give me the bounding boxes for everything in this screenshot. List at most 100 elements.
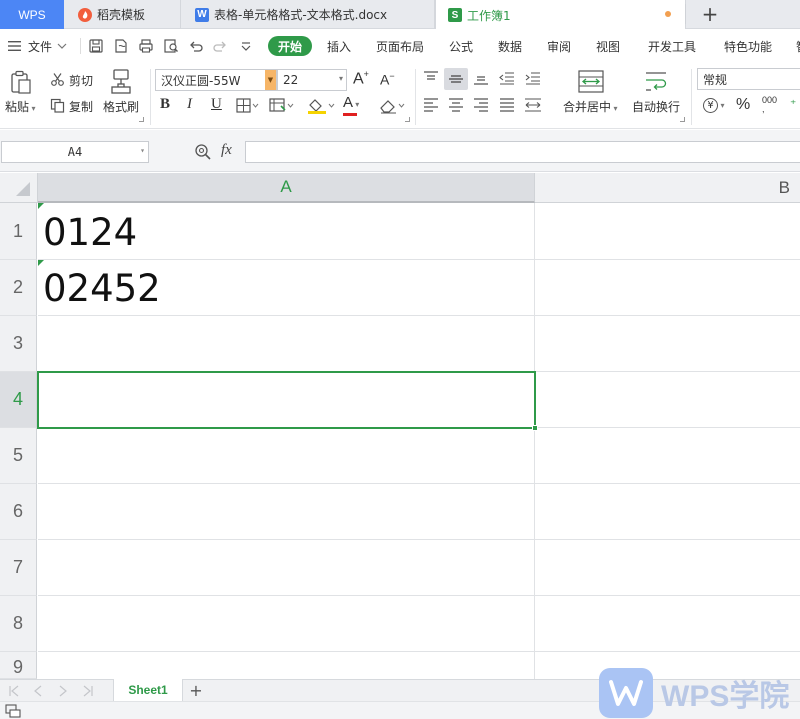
save-icon[interactable] [88,38,104,54]
cell-b2[interactable] [535,260,800,316]
tab-review[interactable]: 审阅 [547,29,571,63]
paste-icon[interactable] [8,69,34,95]
row-header-8[interactable]: 8 [0,596,37,652]
export-pdf-icon[interactable] [113,38,129,54]
align-right-icon[interactable] [473,98,489,112]
cut-button[interactable]: 剪切 [69,72,93,89]
merge-center-button[interactable]: 合并居中 ▾ [563,98,618,115]
print-preview-icon[interactable] [163,38,179,54]
tab-data[interactable]: 数据 [498,29,522,63]
cell-b1[interactable] [535,203,800,260]
fill-color-icon[interactable] [306,97,336,115]
percent-button[interactable]: % [736,96,750,114]
sheet-tab-sheet1[interactable]: Sheet1 [113,679,183,701]
currency-button[interactable]: ¥ ▾ [703,97,725,113]
name-box[interactable]: A4 ▾ [1,141,149,163]
align-middle-button[interactable] [444,68,468,90]
macro-record-icon[interactable] [5,704,21,718]
tab-view[interactable]: 视图 [596,29,620,63]
row-header-1[interactable]: 1 [0,203,37,260]
row-header-3[interactable]: 3 [0,316,37,372]
tab-special-features[interactable]: 特色功能 [724,29,772,63]
font-size-select[interactable]: 22 ▾ [277,69,347,91]
cell-b6[interactable] [535,484,800,540]
row-header-2[interactable]: 2 [0,260,37,316]
wps-home-tab[interactable]: WPS [0,0,64,29]
row-header-6[interactable]: 6 [0,484,37,540]
underline-button[interactable]: U [211,96,222,113]
print-icon[interactable] [138,38,154,54]
cell-a5[interactable] [38,428,535,484]
copy-button[interactable]: 复制 [69,98,93,115]
align-bottom-icon[interactable] [473,71,489,85]
cell-b5[interactable] [535,428,800,484]
align-center-icon[interactable] [448,98,464,112]
new-tab-button[interactable]: + [696,2,724,26]
dialog-launcher-icon[interactable] [139,117,144,122]
quick-access-dropdown-icon[interactable] [238,38,254,54]
column-header-b[interactable]: B [535,173,800,203]
add-sheet-button[interactable]: + [187,680,205,700]
cell-a3[interactable] [38,316,535,372]
tab-formulas[interactable]: 公式 [449,29,473,63]
previous-sheet-icon[interactable] [32,685,44,697]
font-color-button[interactable]: A ▾ [343,94,359,116]
decrease-font-button[interactable]: A− [380,71,395,88]
align-left-icon[interactable] [423,98,439,112]
font-name-select[interactable]: 汉仪正圆-55W ▼ [155,69,277,91]
active-cell-selection[interactable] [37,371,536,429]
bold-button[interactable]: B [160,96,170,113]
tab-docx[interactable]: W 表格-单元格格式-文本格式.docx [181,0,435,29]
borders-icon[interactable] [236,98,260,114]
fill-handle[interactable] [532,425,538,431]
fx-button[interactable]: fx [221,142,232,159]
thousands-separator-button[interactable]: 000, [762,96,777,114]
row-header-4[interactable]: 4 [0,372,37,428]
zoom-icon[interactable] [194,143,212,161]
format-painter-icon[interactable] [109,68,133,94]
tab-developer[interactable]: 开发工具 [648,29,696,63]
cell-b7[interactable] [535,540,800,596]
first-sheet-icon[interactable] [8,685,20,697]
select-all-corner[interactable] [0,173,38,203]
cell-b4[interactable] [535,372,800,428]
column-header-a[interactable]: A [38,173,535,203]
dialog-launcher-icon[interactable] [680,117,685,122]
row-header-9[interactable]: 9 [0,652,37,679]
tab-template[interactable]: 稻壳模板 [64,0,181,29]
cell-a7[interactable] [38,540,535,596]
increase-font-button[interactable]: A+ [353,69,369,88]
tab-page-layout[interactable]: 页面布局 [376,29,424,63]
distributed-align-icon[interactable] [524,97,542,113]
tab-start[interactable]: 开始 [268,36,312,56]
formula-input[interactable] [245,141,800,163]
decrease-indent-icon[interactable] [499,71,515,85]
cell-a6[interactable] [38,484,535,540]
justify-icon[interactable] [499,98,515,112]
next-sheet-icon[interactable] [57,685,69,697]
increase-indent-icon[interactable] [525,71,541,85]
format-painter-button[interactable]: 格式刷 [103,98,139,115]
italic-button[interactable]: I [187,96,192,113]
tab-insert[interactable]: 插入 [327,29,351,63]
paste-button[interactable]: 粘贴 ▾ [5,98,36,115]
undo-icon[interactable] [188,38,204,54]
row-header-7[interactable]: 7 [0,540,37,596]
number-format-select[interactable]: 常规 [697,68,800,90]
cell-b8[interactable] [535,596,800,652]
wrap-text-icon[interactable] [643,70,669,94]
increase-decimal-button[interactable]: ⁺ [790,97,796,111]
tab-workbook[interactable]: S 工作簿1 [435,0,686,30]
chevron-down-icon[interactable]: ▼ [265,70,276,90]
row-header-5[interactable]: 5 [0,428,37,484]
cell-a8[interactable] [38,596,535,652]
cell-style-icon[interactable] [269,98,295,114]
file-menu[interactable]: 文件 [8,29,67,63]
wrap-text-button[interactable]: 自动换行 [632,98,680,115]
align-top-icon[interactable] [423,71,439,85]
tab-cut-off[interactable]: 智 [796,29,800,63]
dialog-launcher-icon[interactable] [405,117,410,122]
last-sheet-icon[interactable] [82,685,94,697]
cell-b3[interactable] [535,316,800,372]
merge-center-icon[interactable] [578,70,604,94]
